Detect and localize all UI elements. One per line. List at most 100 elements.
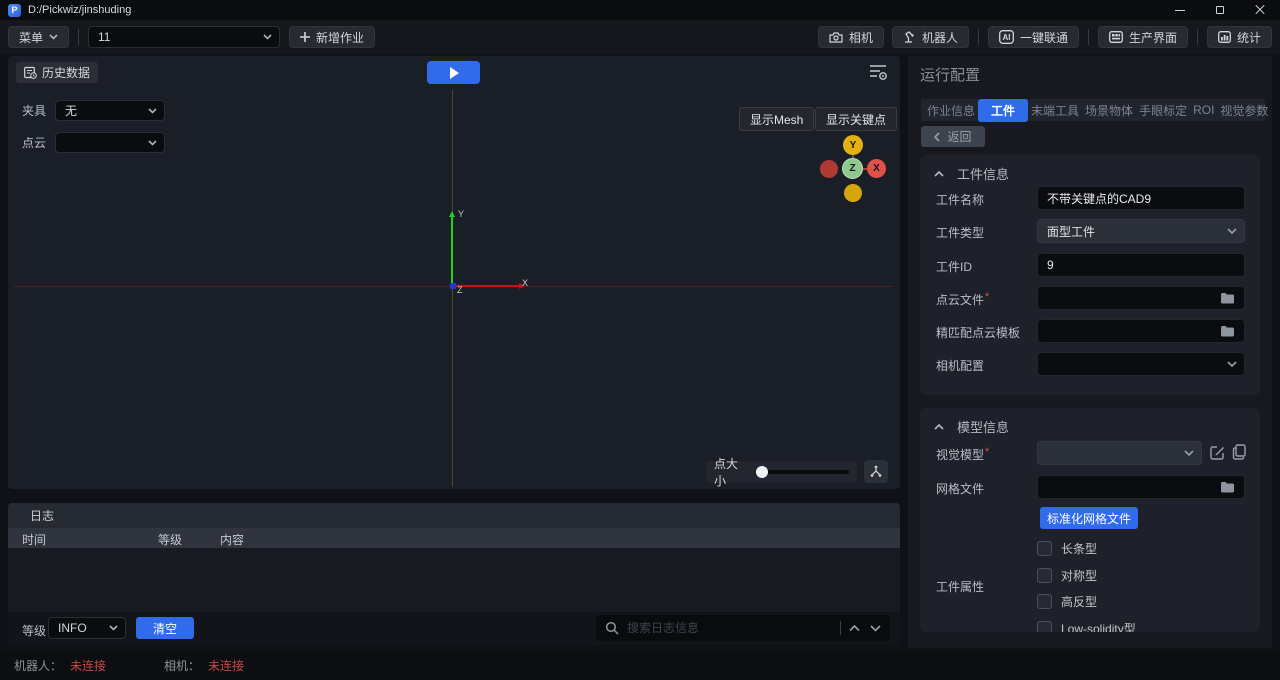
- model-info-header[interactable]: 模型信息: [934, 417, 1009, 436]
- vision-model-label-text: 视觉模型: [936, 448, 984, 462]
- checkbox-high-reflective[interactable]: [1037, 594, 1052, 609]
- workpiece-name-input[interactable]: 不带关键点的CAD9: [1037, 186, 1245, 210]
- search-icon: [605, 621, 619, 635]
- camera-button[interactable]: 相机: [818, 26, 884, 48]
- gizmo-x-axis[interactable]: X: [867, 159, 886, 178]
- show-mesh-button[interactable]: 显示Mesh: [739, 107, 814, 131]
- window-title: D:/Pickwiz/jinshuding: [28, 4, 131, 16]
- robot-button[interactable]: 机器人: [892, 26, 969, 48]
- history-data-label: 历史数据: [42, 64, 90, 81]
- log-col-time: 时间: [22, 531, 46, 548]
- app-logo-icon: P: [8, 4, 21, 17]
- stats-button[interactable]: 统计: [1207, 26, 1272, 48]
- edit-icon: [1210, 445, 1225, 460]
- log-level-select[interactable]: INFO: [48, 617, 126, 639]
- tab-job-info[interactable]: 作业信息: [924, 99, 978, 122]
- gizmo-z-axis[interactable]: Z: [842, 158, 863, 179]
- log-controls: 等级 INFO 清空: [8, 612, 900, 645]
- y-axis-arrow-icon: [449, 211, 455, 217]
- history-data-icon: [24, 66, 37, 79]
- log-clear-button[interactable]: 清空: [136, 617, 194, 639]
- search-divider: [840, 621, 841, 635]
- production-view-button[interactable]: 生产界面: [1098, 26, 1188, 48]
- maximize-icon: [1216, 6, 1224, 14]
- log-panel: 日志 时间 等级 内容 等级 INFO 清空: [8, 503, 900, 645]
- menu-button[interactable]: 菜单: [8, 26, 69, 48]
- viewport-display-settings-button[interactable]: [868, 63, 888, 81]
- chevron-down-icon[interactable]: [870, 625, 881, 632]
- checkbox-low-solidity[interactable]: [1037, 621, 1052, 632]
- chevron-left-icon: [934, 132, 940, 142]
- point-size-slider-thumb[interactable]: [756, 466, 768, 478]
- log-col-level: 等级: [158, 531, 182, 548]
- show-keypoints-label: 显示关键点: [826, 111, 886, 128]
- camera-status-label: 相机：: [164, 657, 200, 674]
- log-clear-label: 清空: [153, 620, 177, 637]
- edit-model-button[interactable]: [1210, 445, 1225, 460]
- attr-row: 对称型: [1037, 567, 1097, 584]
- tab-hand-eye-calib[interactable]: 手眼标定: [1136, 99, 1190, 122]
- log-search-input[interactable]: [627, 621, 832, 635]
- pointcloud-select[interactable]: [55, 132, 165, 153]
- chevron-up-icon: [934, 424, 944, 430]
- new-job-button[interactable]: 新增作业: [289, 26, 375, 48]
- maximize-button[interactable]: [1200, 0, 1240, 20]
- pcd-file-input[interactable]: [1037, 286, 1245, 310]
- checkbox-label: Low-solidity型: [1061, 620, 1136, 632]
- workpiece-type-select[interactable]: 面型工件: [1037, 219, 1245, 243]
- folder-open-icon[interactable]: [1220, 292, 1235, 304]
- fixture-select[interactable]: 无: [55, 100, 165, 121]
- run-play-button[interactable]: [427, 61, 480, 84]
- log-table-body[interactable]: [8, 548, 900, 612]
- svg-text:AI: AI: [1002, 33, 1010, 42]
- y-axis-label: Y: [458, 209, 464, 219]
- point-size-slider[interactable]: [756, 470, 849, 474]
- gizmo-minus-y-axis[interactable]: [844, 184, 862, 202]
- log-level-label: 等级: [22, 622, 46, 639]
- one-key-connect-button[interactable]: AI 一键联通: [988, 26, 1079, 48]
- tab-scene-object[interactable]: 场景物体: [1082, 99, 1136, 122]
- required-asterisk: *: [985, 446, 989, 458]
- close-button[interactable]: [1240, 0, 1280, 20]
- mesh-file-input[interactable]: [1037, 475, 1245, 499]
- workpiece-id-label: 工件ID: [936, 258, 972, 275]
- history-data-button[interactable]: 历史数据: [16, 62, 98, 83]
- chevron-down-icon: [148, 108, 157, 114]
- workpiece-info-header[interactable]: 工件信息: [934, 164, 1009, 183]
- checkbox-label: 对称型: [1061, 567, 1097, 584]
- attr-row: 高反型: [1037, 593, 1097, 610]
- run-config-title: 运行配置: [920, 64, 980, 85]
- back-button[interactable]: 返回: [921, 126, 985, 147]
- checkbox-label: 长条型: [1061, 540, 1097, 557]
- camera-config-select[interactable]: [1037, 352, 1245, 376]
- minimize-button[interactable]: [1160, 0, 1200, 20]
- vision-model-select[interactable]: [1037, 441, 1202, 465]
- robot-status-value: 未连接: [70, 657, 106, 674]
- copy-model-button[interactable]: [1232, 444, 1247, 460]
- tab-workpiece[interactable]: 工件: [978, 99, 1028, 122]
- workpiece-id-input[interactable]: 9: [1037, 253, 1245, 277]
- tab-roi[interactable]: ROI: [1190, 100, 1217, 120]
- fine-match-template-input[interactable]: [1037, 319, 1245, 343]
- chevron-down-icon: [263, 34, 272, 40]
- pcd-file-label-text: 点云文件: [936, 293, 984, 307]
- pointcloud-label: 点云: [22, 134, 46, 151]
- folder-open-icon[interactable]: [1220, 325, 1235, 337]
- folder-open-icon[interactable]: [1220, 481, 1235, 493]
- 3d-viewport[interactable]: 历史数据 夹具 无 点云 显示Mesh 显示关键点 Y Z X: [8, 56, 900, 489]
- show-keypoints-button[interactable]: 显示关键点: [815, 107, 897, 131]
- job-select[interactable]: 11: [88, 26, 280, 48]
- gizmo-y-axis[interactable]: Y: [843, 135, 863, 155]
- normalize-mesh-button[interactable]: 标准化网格文件: [1040, 507, 1138, 529]
- chevron-down-icon: [1184, 450, 1194, 456]
- axes-toggle-button[interactable]: [864, 460, 888, 483]
- checkbox-long-strip[interactable]: [1037, 541, 1052, 556]
- gizmo-minus-x-axis[interactable]: [820, 160, 838, 178]
- bar-chart-icon: [1218, 31, 1231, 43]
- tab-vision-params[interactable]: 视觉参数: [1217, 99, 1271, 122]
- checkbox-symmetric[interactable]: [1037, 568, 1052, 583]
- log-col-content: 内容: [220, 531, 244, 548]
- tab-end-tool[interactable]: 末端工具: [1028, 99, 1082, 122]
- chevron-up-icon[interactable]: [849, 625, 860, 632]
- mesh-file-label: 网格文件: [936, 480, 984, 497]
